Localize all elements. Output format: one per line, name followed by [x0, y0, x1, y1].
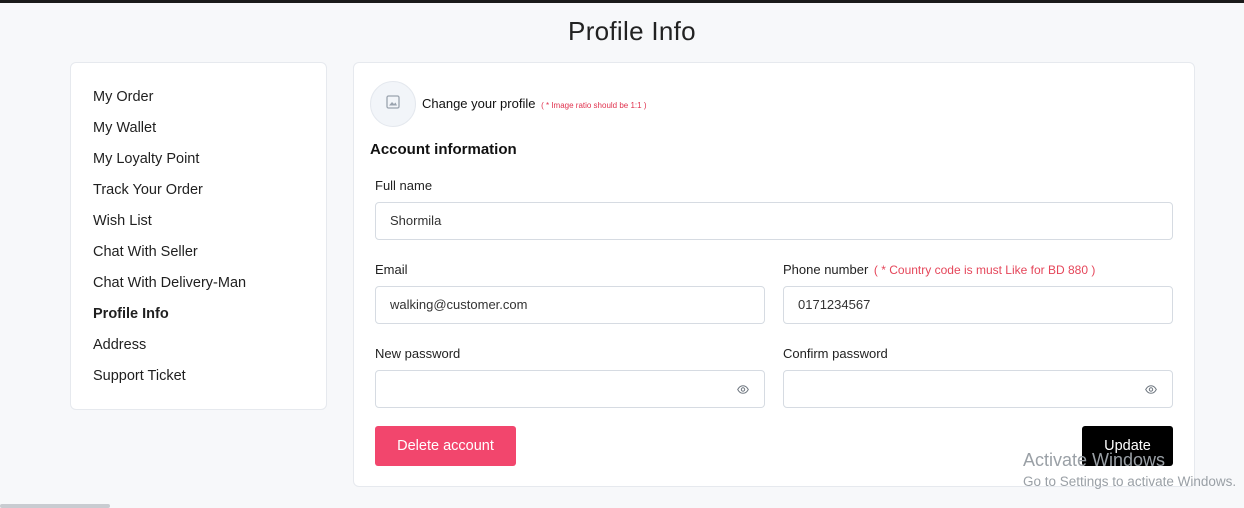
delete-account-button[interactable]: Delete account	[375, 426, 516, 466]
sidebar-item-support-ticket[interactable]: Support Ticket	[71, 365, 326, 396]
phone-label: Phone number	[783, 262, 869, 277]
sidebar-item-track-your-order[interactable]: Track Your Order	[71, 179, 326, 210]
page-title: Profile Info	[568, 16, 696, 46]
sidebar-item-chat-with-seller[interactable]: Chat With Seller	[71, 241, 326, 272]
phone-input[interactable]: 0171234567	[783, 286, 1173, 324]
phone-country-code-note: ( * Country code is must Like for BD 880…	[873, 263, 1096, 277]
phone-label-group: Phone number ( * Country code is must Li…	[783, 262, 1095, 277]
watermark-title: Activate Windows	[1023, 450, 1166, 470]
sidebar-item-my-loyalty-point[interactable]: My Loyalty Point	[71, 148, 326, 179]
image-ratio-hint: ( * Image ratio should be 1:1 )	[541, 101, 647, 110]
new-password-input[interactable]	[375, 370, 765, 408]
eye-icon[interactable]	[1144, 383, 1158, 395]
confirm-password-label: Confirm password	[783, 346, 888, 361]
account-sidebar: My Order My Wallet My Loyalty Point Trac…	[70, 62, 327, 410]
sidebar-item-my-wallet[interactable]: My Wallet	[71, 117, 326, 148]
horizontal-scrollbar[interactable]	[0, 504, 110, 508]
profile-image-upload[interactable]	[370, 81, 416, 127]
profile-card: Change your profile ( * Image ratio shou…	[353, 62, 1195, 487]
change-profile-text: Change your profile	[422, 96, 536, 111]
window-top-border	[0, 0, 1244, 3]
new-password-label: New password	[375, 346, 461, 361]
email-label: Email	[375, 262, 408, 277]
image-placeholder-icon	[386, 94, 400, 114]
eye-icon[interactable]	[736, 383, 750, 395]
activate-windows-watermark: Activate Windows Go to Settings to activ…	[1023, 450, 1236, 492]
full-name-label: Full name	[375, 178, 433, 193]
sidebar-item-chat-with-delivery-man[interactable]: Chat With Delivery-Man	[71, 272, 326, 303]
change-profile-label: Change your profile ( * Image ratio shou…	[422, 96, 646, 111]
sidebar-item-profile-info[interactable]: Profile Info	[71, 303, 326, 334]
sidebar-item-wish-list[interactable]: Wish List	[71, 210, 326, 241]
watermark-subtitle: Go to Settings to activate Windows.	[1023, 474, 1237, 489]
full-name-input[interactable]: Shormila	[375, 202, 1173, 240]
confirm-password-input[interactable]	[783, 370, 1173, 408]
account-information-title: Account information	[370, 141, 517, 158]
sidebar-item-my-order[interactable]: My Order	[71, 86, 326, 117]
email-input[interactable]: walking@customer.com	[375, 286, 765, 324]
sidebar-item-address[interactable]: Address	[71, 334, 326, 365]
